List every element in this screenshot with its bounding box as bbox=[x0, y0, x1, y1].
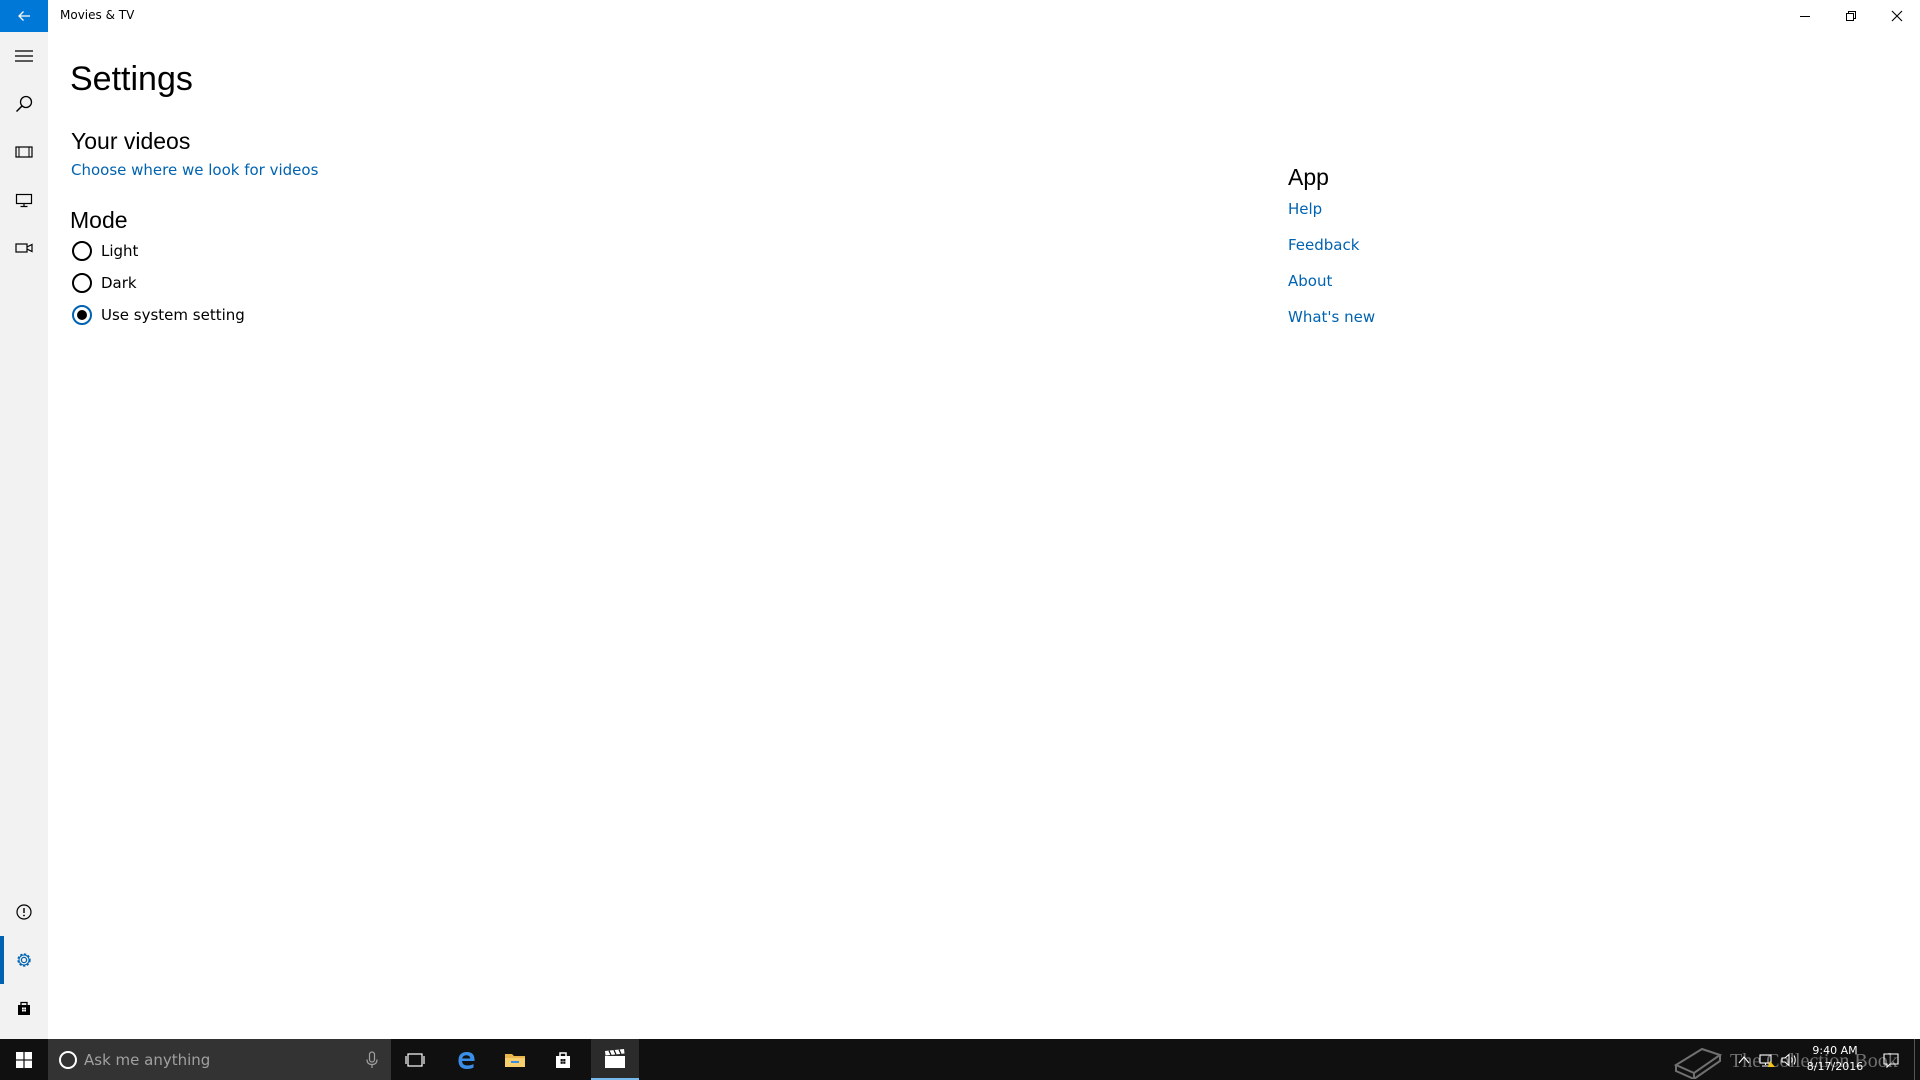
back-arrow-icon bbox=[18, 11, 30, 21]
edge-taskbar-button[interactable] bbox=[447, 1039, 487, 1080]
search-icon bbox=[15, 95, 33, 113]
task-view-icon bbox=[405, 1052, 425, 1067]
hamburger-menu-button[interactable] bbox=[0, 32, 48, 80]
book-logo-icon bbox=[1673, 1047, 1723, 1079]
title-bar: Movies & TV bbox=[0, 0, 1920, 32]
nav-tv-button[interactable] bbox=[0, 176, 48, 224]
taskbar: Ask me anything The Collection Book 9:40… bbox=[0, 1039, 1920, 1080]
show-desktop-button[interactable] bbox=[1914, 1039, 1920, 1080]
edge-browser-icon bbox=[458, 1051, 475, 1069]
gear-icon bbox=[17, 953, 31, 967]
notification-icon bbox=[1883, 1052, 1899, 1068]
clock-time: 9:40 AM bbox=[1812, 1044, 1858, 1057]
nav-store-button[interactable] bbox=[0, 984, 48, 1032]
monitor-icon bbox=[15, 193, 33, 208]
info-icon bbox=[16, 904, 32, 920]
movies-tv-window: Movies & TV Settings Your videos Choose … bbox=[0, 0, 1920, 1039]
film-icon bbox=[15, 146, 33, 158]
mode-heading: Mode bbox=[70, 207, 128, 233]
show-hidden-icons-button[interactable] bbox=[1734, 1039, 1754, 1080]
mode-radio-dark[interactable]: Dark bbox=[72, 271, 137, 295]
network-tray-button[interactable] bbox=[1756, 1039, 1778, 1080]
help-link[interactable]: Help bbox=[1288, 200, 1322, 218]
minimize-button[interactable] bbox=[1782, 0, 1828, 32]
hamburger-menu-icon bbox=[15, 50, 33, 62]
radio-button[interactable] bbox=[72, 241, 92, 261]
store-bag-icon bbox=[556, 1051, 570, 1068]
whats-new-link[interactable]: What's new bbox=[1288, 308, 1375, 326]
close-button[interactable] bbox=[1874, 0, 1920, 32]
close-icon bbox=[1891, 10, 1903, 22]
app-title: Movies & TV bbox=[60, 8, 135, 22]
nav-feedback-button[interactable] bbox=[0, 888, 48, 936]
cortana-search-box[interactable]: Ask me anything bbox=[48, 1039, 391, 1080]
nav-search-button[interactable] bbox=[0, 80, 48, 128]
file-explorer-taskbar-button[interactable] bbox=[495, 1039, 535, 1080]
clock-date: 8/17/2016 bbox=[1806, 1060, 1864, 1073]
radio-label: Use system setting bbox=[101, 306, 245, 324]
chevron-up-icon bbox=[1738, 1055, 1750, 1063]
settings-page: Settings Your videos Choose where we loo… bbox=[48, 32, 1920, 1039]
restore-icon bbox=[1846, 11, 1856, 21]
clapperboard-icon bbox=[605, 1048, 625, 1068]
store-bag-icon bbox=[18, 1001, 30, 1015]
back-button[interactable] bbox=[0, 0, 48, 32]
radio-label: Light bbox=[101, 242, 139, 260]
nav-personal-videos-button[interactable] bbox=[0, 224, 48, 272]
restore-button[interactable] bbox=[1828, 0, 1874, 32]
radio-selected-dot bbox=[77, 310, 87, 320]
about-link[interactable]: About bbox=[1288, 272, 1332, 290]
folder-icon bbox=[505, 1053, 525, 1067]
video-camera-icon bbox=[15, 243, 33, 253]
store-taskbar-button[interactable] bbox=[543, 1039, 583, 1080]
page-title: Settings bbox=[70, 60, 193, 98]
network-icon bbox=[1759, 1053, 1775, 1067]
choose-video-folders-link[interactable]: Choose where we look for videos bbox=[71, 161, 318, 179]
task-view-button[interactable] bbox=[395, 1039, 435, 1080]
minimize-icon bbox=[1800, 16, 1810, 17]
search-placeholder: Ask me anything bbox=[84, 1051, 211, 1069]
taskbar-clock[interactable]: 9:40 AM 8/17/2016 bbox=[1790, 1043, 1880, 1075]
windows-logo-icon bbox=[16, 1051, 32, 1068]
your-videos-heading: Your videos bbox=[71, 128, 191, 154]
navigation-rail bbox=[0, 32, 48, 1039]
nav-settings-button[interactable] bbox=[0, 936, 48, 984]
action-center-button[interactable] bbox=[1874, 1039, 1908, 1080]
app-heading: App bbox=[1288, 164, 1329, 190]
mode-radio-system[interactable]: Use system setting bbox=[72, 303, 245, 327]
radio-button[interactable] bbox=[72, 273, 92, 293]
movies-tv-taskbar-button[interactable] bbox=[591, 1039, 639, 1080]
radio-label: Dark bbox=[101, 274, 137, 292]
feedback-link[interactable]: Feedback bbox=[1288, 236, 1359, 254]
cortana-circle-icon bbox=[59, 1051, 77, 1069]
radio-button-selected[interactable] bbox=[72, 305, 92, 325]
nav-movies-button[interactable] bbox=[0, 128, 48, 176]
microphone-icon[interactable] bbox=[364, 1051, 380, 1069]
start-button[interactable] bbox=[0, 1039, 48, 1080]
mode-radio-light[interactable]: Light bbox=[72, 239, 138, 263]
